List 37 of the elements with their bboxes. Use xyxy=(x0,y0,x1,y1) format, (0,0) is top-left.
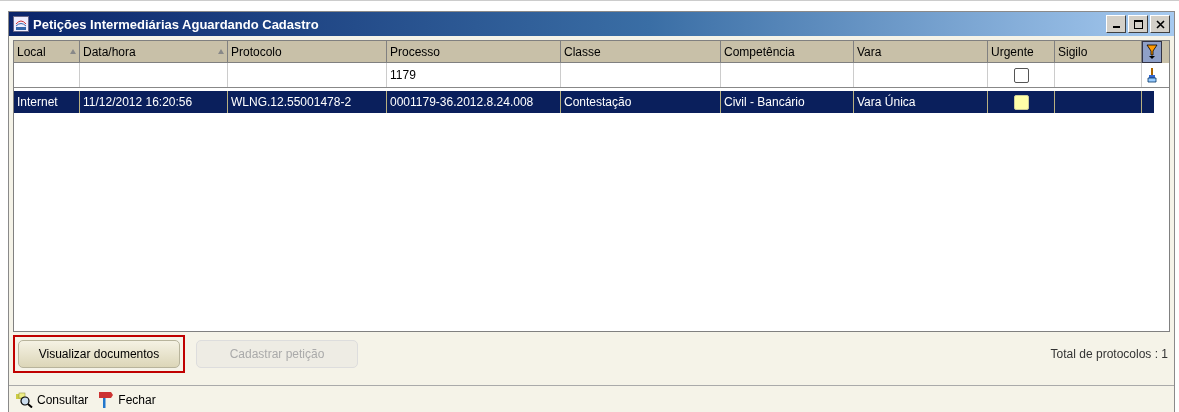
column-header[interactable]: Local xyxy=(14,41,80,63)
brush-icon[interactable] xyxy=(1146,67,1158,83)
table-row[interactable]: Internet 11/12/2012 16:20:56 WLNG.12.55001478-2 0001179-36.2012.8.24.008 Contestação Civil - Bancário Vara Única xyxy=(14,91,1154,113)
app-icon xyxy=(13,16,29,32)
total-count: Total de protocolos : 1 xyxy=(1050,347,1168,361)
sort-arrow-icon xyxy=(70,49,76,54)
table-cell: WLNG.12.55001478-2 xyxy=(231,95,352,109)
table-cell: Civil - Bancário xyxy=(724,95,805,109)
table-cell: 0001179-36.2012.8.24.008 xyxy=(390,95,534,109)
close-button[interactable] xyxy=(1150,15,1170,33)
column-header[interactable]: Vara xyxy=(854,41,988,63)
filter-checkbox[interactable] xyxy=(1013,67,1029,83)
flag-icon xyxy=(98,391,115,409)
column-header[interactable]: Processo xyxy=(387,41,561,63)
column-header[interactable]: Data/hora xyxy=(80,41,228,63)
filter-field[interactable]: 1179 xyxy=(390,68,416,82)
close-icon xyxy=(1155,19,1165,29)
minimize-button[interactable] xyxy=(1106,15,1126,33)
column-header[interactable]: Urgente xyxy=(988,41,1055,63)
window-title: Petições Intermediárias Aguardando Cadastro xyxy=(33,16,319,32)
urgent-checkbox[interactable] xyxy=(1013,94,1029,110)
toolbar-button[interactable]: Consultar xyxy=(13,392,91,408)
table-cell: Internet xyxy=(17,95,58,109)
sort-arrow-icon xyxy=(218,49,224,54)
maximize-icon xyxy=(1133,19,1143,29)
action-button[interactable]: Visualizar documentos xyxy=(18,340,180,368)
filter-icon[interactable] xyxy=(1142,41,1162,63)
column-header[interactable]: Protocolo xyxy=(228,41,387,63)
maximize-button[interactable] xyxy=(1128,15,1148,33)
column-header[interactable]: Competência xyxy=(721,41,854,63)
table-cell: 11/12/2012 16:20:56 xyxy=(83,95,193,109)
column-header[interactable]: Classe xyxy=(561,41,721,63)
minimize-icon xyxy=(1112,26,1120,28)
search-icon xyxy=(15,392,33,408)
table-cell: Contestação xyxy=(564,95,632,109)
toolbar-button[interactable]: Fechar xyxy=(96,391,158,409)
table-cell: Vara Única xyxy=(857,95,916,109)
